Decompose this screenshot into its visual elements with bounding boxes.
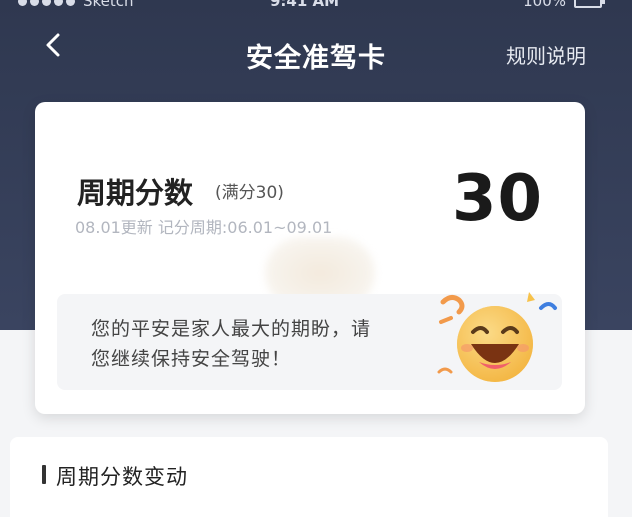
full-marks-label: (满分30) xyxy=(215,183,284,203)
section-accent-bar xyxy=(42,465,46,484)
battery-icon xyxy=(574,0,605,8)
score-update-info: 08.01更新 记分周期:06.01~09.01 xyxy=(75,218,333,237)
message-line-1: 您的平安是家人最大的期盼，请 xyxy=(91,318,372,340)
score-card: 周期分数 (满分30) 08.01更新 记分周期:06.01~09.01 30 … xyxy=(35,102,585,414)
laughing-face-icon xyxy=(437,292,557,382)
message-text: 您的平安是家人最大的期盼，请 您继续保持安全驾驶！ xyxy=(91,314,391,374)
carrier-label: Sketch xyxy=(83,0,134,10)
battery-percent: 100% xyxy=(523,0,566,10)
score-value: 30 xyxy=(451,162,543,236)
status-bar: Sketch 9:41 AM 100% xyxy=(0,0,632,12)
section-title: 周期分数变动 xyxy=(56,465,188,489)
rules-link[interactable]: 规则说明 xyxy=(506,40,586,69)
signal-icon xyxy=(18,0,75,6)
message-box: 您的平安是家人最大的期盼，请 您继续保持安全驾驶！ xyxy=(57,292,562,390)
score-title: 周期分数 xyxy=(77,176,194,210)
score-change-section: 周期分数变动 xyxy=(10,437,608,517)
status-right: 100% xyxy=(523,0,605,10)
message-line-2: 您继续保持安全驾驶！ xyxy=(91,348,292,370)
status-left: Sketch xyxy=(18,0,159,10)
wifi-icon xyxy=(138,0,159,8)
status-time: 9:41 AM xyxy=(270,0,340,10)
